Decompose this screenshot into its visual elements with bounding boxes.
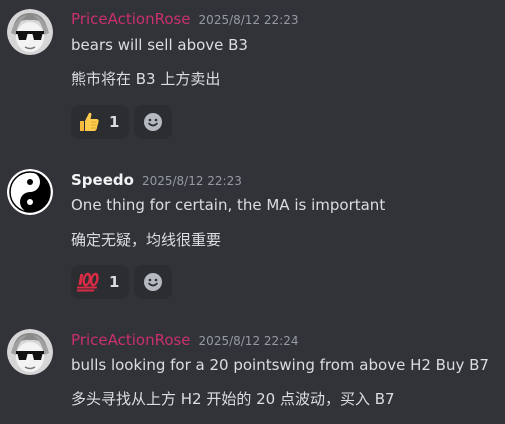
message-line: bulls looking for a 20 pointswing from a…	[71, 356, 489, 374]
avatar-speedo[interactable]	[7, 169, 53, 215]
timestamp: 2025/8/12 22:23	[198, 13, 299, 27]
yin-yang-icon	[7, 169, 53, 215]
avatar-sunglasses-image	[7, 329, 53, 375]
message-2: Speedo 2025/8/12 22:23 One thing for cert…	[0, 150, 505, 310]
reaction-count: 1	[109, 273, 120, 291]
timestamp: 2025/8/12 22:24	[198, 334, 299, 348]
username[interactable]: PriceActionRose	[71, 331, 191, 349]
smiley-icon	[144, 273, 162, 291]
message-line: bears will sell above B3	[71, 36, 248, 54]
reaction-thumbs-up[interactable]: 1	[71, 105, 129, 139]
message-1: PriceActionRose 2025/8/12 22:23 bears wil…	[0, 0, 505, 150]
reaction-hundred-points[interactable]: 1	[71, 265, 129, 299]
avatar-sunglasses-image	[7, 9, 53, 55]
add-reaction-button[interactable]	[134, 265, 172, 299]
message-header: Speedo 2025/8/12 22:23	[71, 170, 242, 191]
username[interactable]: Speedo	[71, 171, 134, 189]
username[interactable]: PriceActionRose	[71, 10, 191, 28]
message-line: 多头寻找从上方 H2 开始的 20 点波动，买入 B7	[71, 390, 395, 408]
avatar-pricesactionrose[interactable]	[7, 329, 53, 375]
timestamp: 2025/8/12 22:23	[141, 174, 242, 188]
message-3: PriceActionRose 2025/8/12 22:24 bulls loo…	[0, 310, 505, 424]
add-reaction-button[interactable]	[134, 105, 172, 139]
message-header: PriceActionRose 2025/8/12 22:24	[71, 330, 298, 351]
avatar-pricesactionrose[interactable]	[7, 9, 53, 55]
message-header: PriceActionRose 2025/8/12 22:23	[71, 9, 298, 30]
message-line: 确定无疑，均线很重要	[71, 231, 222, 249]
thumbs-up-icon	[80, 112, 99, 131]
message-line: One thing for certain, the MA is importa…	[71, 196, 386, 214]
hundred-points-icon	[77, 272, 99, 292]
smiley-icon	[144, 113, 162, 131]
reaction-count: 1	[109, 113, 120, 131]
message-line: 熊市将在 B3 上方卖出	[71, 70, 221, 88]
